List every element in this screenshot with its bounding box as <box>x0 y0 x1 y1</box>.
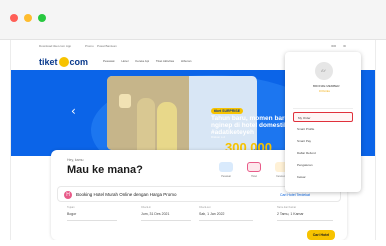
avatar[interactable]: AY <box>315 62 333 80</box>
checkout-label: Check-out <box>199 206 211 209</box>
promo-link[interactable]: Promo <box>85 44 94 48</box>
currency-selector[interactable]: IDR <box>331 44 336 48</box>
member-tier: BRONZE MEMBER <box>313 84 340 88</box>
greeting-text: Hey, kamu <box>67 158 84 162</box>
woman-figure <box>157 102 177 150</box>
checkin-field[interactable]: Jum, 31 Des 2021 <box>141 212 169 216</box>
chevron-left-icon[interactable]: ‹ <box>71 104 76 118</box>
couple-photo <box>107 76 189 150</box>
nearby-hotel-link[interactable]: Cari Hotel Terdekat <box>280 193 310 197</box>
minimize-window-button[interactable] <box>24 14 32 22</box>
menu-divider <box>293 108 353 109</box>
guests-label: Tamu dan Kamar <box>277 206 297 209</box>
language-selector[interactable]: ID <box>343 44 346 48</box>
utility-bar: Download tiket.com App Promo Pusat Bantu… <box>11 40 375 52</box>
guests-divider <box>277 220 333 221</box>
close-window-button[interactable] <box>10 14 18 22</box>
nav-hotel[interactable]: Hotel <box>121 59 128 63</box>
destination-divider <box>67 220 117 221</box>
lamp-shape <box>119 94 131 108</box>
promo-subtext: Diskon s.d <box>211 135 226 139</box>
destination-label: Tujuan <box>67 206 75 209</box>
checkout-field[interactable]: Sab, 1 Jan 2022 <box>199 212 225 216</box>
download-app-link[interactable]: Download tiket.com App <box>39 44 71 48</box>
hotel-icon: H <box>64 191 72 199</box>
nav-train[interactable]: Kereta Api <box>135 59 149 63</box>
flight-product-label: Pesawat <box>221 175 231 178</box>
help-link[interactable]: Pusat Bantuan <box>97 44 117 48</box>
guests-field[interactable]: 2 Tamu, 1 Kamar <box>277 212 304 216</box>
page-frame: Download tiket.com App Promo Pusat Bantu… <box>10 40 376 240</box>
nav-activities[interactable]: Tiket Aktivitas <box>156 59 174 63</box>
checkout-divider <box>199 220 253 221</box>
search-hotel-button[interactable]: Cari Hotel <box>307 230 335 240</box>
checkin-divider <box>141 220 191 221</box>
man-figure <box>137 98 155 150</box>
maximize-window-button[interactable] <box>38 14 46 22</box>
checkin-label: Check-in <box>141 206 151 209</box>
hotel-product-label: Hotel <box>251 175 257 178</box>
menu-item-refund[interactable]: Daftar Refund <box>293 148 353 158</box>
account-dropdown: AY BRONZE MEMBER 0 Points My Order Smart… <box>285 52 361 192</box>
destination-field[interactable]: Bogor <box>67 212 76 216</box>
logo-text: tiket <box>39 57 58 67</box>
menu-item-my-order[interactable]: My Order <box>293 112 353 122</box>
hotel-info-text: Booking Hotel Murah Online dengan Harga … <box>76 192 177 197</box>
nav-entertainment[interactable]: Hiburan <box>181 59 192 63</box>
menu-item-logout[interactable]: Keluar <box>293 172 353 182</box>
flight-product-icon[interactable] <box>219 162 233 172</box>
nav-links: Pesawat Hotel Kereta Api Tiket Aktivitas… <box>103 59 197 63</box>
nav-flight[interactable]: Pesawat <box>103 59 115 63</box>
tiket-logo[interactable]: tiket com <box>39 57 88 67</box>
tiket-surprise-badge: tiket SURPRISE <box>211 108 244 114</box>
menu-item-smart-profile[interactable]: Smart Profile <box>293 124 353 134</box>
avatar-initials: AY <box>321 68 327 73</box>
browser-chrome <box>0 0 386 40</box>
logo-dot-icon <box>58 57 69 67</box>
menu-item-settings[interactable]: Pengaturan <box>293 160 353 170</box>
logo-suffix: com <box>69 57 89 67</box>
points-balance: 0 Points <box>319 89 330 93</box>
search-headline: Mau ke mana? <box>67 164 143 176</box>
hotel-product-icon[interactable] <box>247 162 261 172</box>
menu-item-smart-pay[interactable]: Smart Pay <box>293 136 353 146</box>
